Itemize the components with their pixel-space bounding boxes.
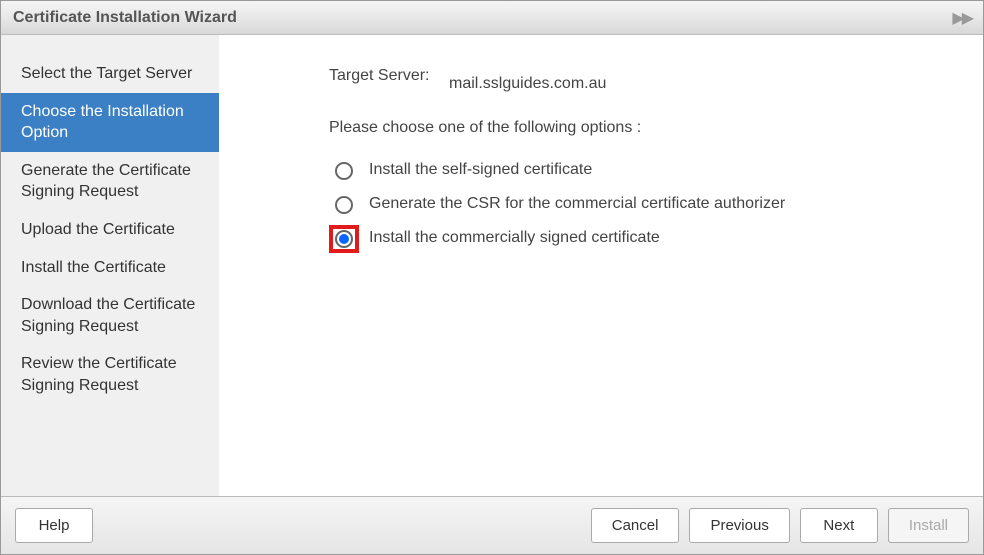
sidebar-item-label: Choose the Installation Option: [21, 103, 184, 142]
radio-wrap: [329, 191, 359, 219]
target-server-row: Target Server: mail.sslguides.com.au: [329, 65, 943, 93]
option-label: Install the self-signed certificate: [369, 157, 592, 181]
sidebar-item-label: Upload the Certificate: [21, 221, 175, 238]
radio-wrap: [329, 157, 359, 185]
sidebar-item-install-cert[interactable]: Install the Certificate: [1, 249, 219, 287]
radio-icon[interactable]: [335, 196, 353, 214]
footer-right-group: Cancel Previous Next Install: [591, 508, 969, 543]
expand-icon[interactable]: ▶▶: [952, 8, 971, 28]
footer-bar: Help Cancel Previous Next Install: [1, 496, 983, 554]
options-group: Install the self-signed certificate Gene…: [329, 157, 943, 253]
sidebar-item-upload-cert[interactable]: Upload the Certificate: [1, 211, 219, 249]
sidebar-item-label: Download the Certificate Signing Request: [21, 296, 195, 335]
radio-wrap: [329, 225, 359, 253]
cancel-button[interactable]: Cancel: [591, 508, 680, 543]
window-title: Certificate Installation Wizard: [13, 9, 237, 27]
option-label: Generate the CSR for the commercial cert…: [369, 191, 785, 215]
sidebar-item-label: Generate the Certificate Signing Request: [21, 162, 191, 201]
titlebar: Certificate Installation Wizard ▶▶: [1, 1, 983, 35]
instruction-text: Please choose one of the following optio…: [329, 119, 943, 137]
sidebar-item-generate-csr[interactable]: Generate the Certificate Signing Request: [1, 152, 219, 211]
sidebar-item-choose-option[interactable]: Choose the Installation Option: [1, 93, 219, 152]
radio-icon[interactable]: [335, 162, 353, 180]
option-generate-csr[interactable]: Generate the CSR for the commercial cert…: [329, 191, 943, 219]
sidebar-item-label: Install the Certificate: [21, 259, 166, 276]
sidebar-item-label: Review the Certificate Signing Request: [21, 355, 177, 394]
option-commercial-signed[interactable]: Install the commercially signed certific…: [329, 225, 943, 253]
sidebar-item-download-csr[interactable]: Download the Certificate Signing Request: [1, 286, 219, 345]
sidebar-item-select-target[interactable]: Select the Target Server: [1, 55, 219, 93]
target-server-value: mail.sslguides.com.au: [449, 65, 606, 93]
sidebar-item-label: Select the Target Server: [21, 65, 192, 82]
main-panel: Target Server: mail.sslguides.com.au Ple…: [219, 35, 983, 496]
option-self-signed[interactable]: Install the self-signed certificate: [329, 157, 943, 185]
next-button[interactable]: Next: [800, 508, 878, 543]
install-button: Install: [888, 508, 969, 543]
content-area: Select the Target Server Choose the Inst…: [1, 35, 983, 496]
option-label: Install the commercially signed certific…: [369, 225, 660, 249]
wizard-steps-sidebar: Select the Target Server Choose the Inst…: [1, 35, 219, 496]
help-button[interactable]: Help: [15, 508, 93, 543]
radio-icon[interactable]: [335, 230, 353, 248]
target-server-label: Target Server:: [329, 65, 449, 87]
previous-button[interactable]: Previous: [689, 508, 789, 543]
sidebar-item-review-csr[interactable]: Review the Certificate Signing Request: [1, 345, 219, 404]
